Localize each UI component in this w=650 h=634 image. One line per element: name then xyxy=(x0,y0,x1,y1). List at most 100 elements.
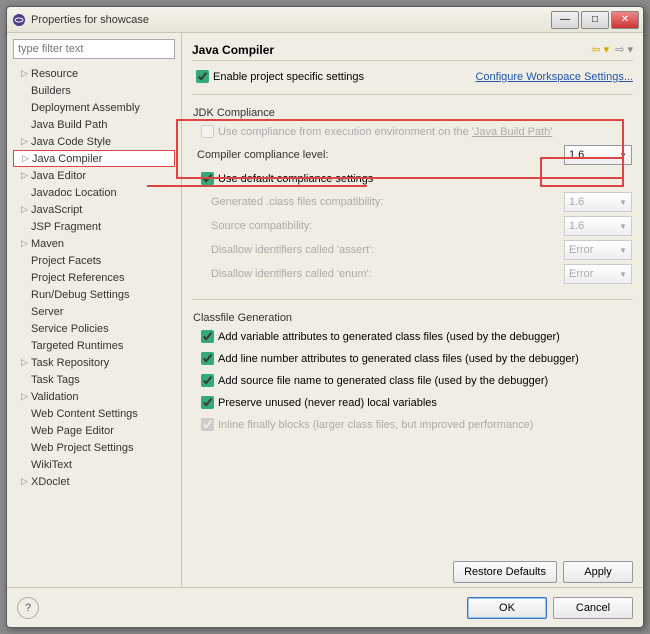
jdk-row-label: Source compatibility: xyxy=(211,220,313,232)
classfile-section: Classfile Generation xyxy=(193,312,632,324)
expand-arrow-icon: ▷ xyxy=(21,476,31,487)
use-default-compliance-label: Use default compliance settings xyxy=(218,173,373,185)
tree-item-task-repository[interactable]: ▷Task Repository xyxy=(13,354,175,371)
expand-arrow-icon: ▷ xyxy=(21,357,31,368)
properties-dialog: Properties for showcase — □ ✕ ▷ResourceB… xyxy=(6,6,644,628)
tree-item-label: XDoclet xyxy=(31,476,70,488)
expand-arrow-icon: ▷ xyxy=(21,238,31,249)
filter-input[interactable] xyxy=(13,39,175,59)
tree-item-builders[interactable]: Builders xyxy=(13,82,175,99)
tree-item-java-editor[interactable]: ▷Java Editor xyxy=(13,167,175,184)
tree-item-label: Project References xyxy=(31,272,125,284)
jdk-row: Generated .class files compatibility:1.6… xyxy=(211,192,632,212)
chevron-down-icon: ▼ xyxy=(619,222,627,231)
expand-arrow-icon: ▷ xyxy=(21,170,31,181)
classfile-check-label: Add source file name to generated class … xyxy=(218,375,548,387)
tree-item-java-compiler[interactable]: ▷Java Compiler xyxy=(13,150,175,167)
classfile-checkbox[interactable] xyxy=(201,352,214,365)
tree-item-web-content-settings[interactable]: Web Content Settings xyxy=(13,405,175,422)
ok-button[interactable]: OK xyxy=(467,597,547,619)
tree-item-project-references[interactable]: Project References xyxy=(13,269,175,286)
tree-item-project-facets[interactable]: Project Facets xyxy=(13,252,175,269)
tree-item-web-page-editor[interactable]: Web Page Editor xyxy=(13,422,175,439)
chevron-down-icon: ▼ xyxy=(619,270,627,279)
forward-icon[interactable]: ⇨ ▾ xyxy=(615,43,633,56)
classfile-checkbox[interactable] xyxy=(201,330,214,343)
tree-item-java-code-style[interactable]: ▷Java Code Style xyxy=(13,133,175,150)
tree-item-label: Deployment Assembly xyxy=(31,102,140,114)
compliance-level-combo[interactable]: 1.6▼ xyxy=(564,145,632,165)
help-button[interactable]: ? xyxy=(17,597,39,619)
classfile-checkbox[interactable] xyxy=(201,374,214,387)
tree-item-label: Javadoc Location xyxy=(31,187,117,199)
tree-item-label: Server xyxy=(31,306,63,318)
enable-project-specific-label: Enable project specific settings xyxy=(213,71,364,83)
jdk-compliance-section: JDK Compliance xyxy=(193,107,632,119)
jdk-row-label: Disallow identifiers called 'enum': xyxy=(211,268,372,280)
close-button[interactable]: ✕ xyxy=(611,11,639,29)
configure-workspace-link[interactable]: Configure Workspace Settings... xyxy=(475,71,633,83)
tree-item-label: Java Build Path xyxy=(31,119,107,131)
tree-item-xdoclet[interactable]: ▷XDoclet xyxy=(13,473,175,490)
jdk-row-combo: Error▼ xyxy=(564,240,632,260)
main-panel: Java Compiler ⇦ ▾ ⇨ ▾ Enable project spe… xyxy=(182,33,643,587)
tree-item-web-project-settings[interactable]: Web Project Settings xyxy=(13,439,175,456)
chevron-down-icon: ▼ xyxy=(619,246,627,255)
tree-item-jsp-fragment[interactable]: JSP Fragment xyxy=(13,218,175,235)
tree-item-maven[interactable]: ▷Maven xyxy=(13,235,175,252)
cancel-button[interactable]: Cancel xyxy=(553,597,633,619)
tree-item-label: Validation xyxy=(31,391,79,403)
classfile-check-row: Add line number attributes to generated … xyxy=(197,349,632,368)
tree-item-service-policies[interactable]: Service Policies xyxy=(13,320,175,337)
chevron-down-icon: ▼ xyxy=(619,151,627,160)
tree-item-label: Task Tags xyxy=(31,374,80,386)
titlebar: Properties for showcase — □ ✕ xyxy=(7,7,643,33)
classfile-check-label: Add line number attributes to generated … xyxy=(218,353,579,365)
classfile-check-row: Add variable attributes to generated cla… xyxy=(197,327,632,346)
toolbar: ⇦ ▾ ⇨ ▾ xyxy=(591,43,633,56)
enable-project-specific-checkbox[interactable] xyxy=(196,70,209,83)
jdk-row-label: Generated .class files compatibility: xyxy=(211,196,383,208)
tree-item-label: Web Project Settings xyxy=(31,442,134,454)
jdk-row: Disallow identifiers called 'enum':Error… xyxy=(211,264,632,284)
expand-arrow-icon: ▷ xyxy=(21,204,31,215)
apply-button[interactable]: Apply xyxy=(563,561,633,583)
tree-item-validation[interactable]: ▷Validation xyxy=(13,388,175,405)
tree-item-java-build-path[interactable]: Java Build Path xyxy=(13,116,175,133)
maximize-button[interactable]: □ xyxy=(581,11,609,29)
tree-item-label: Web Content Settings xyxy=(31,408,138,420)
tree-item-resource[interactable]: ▷Resource xyxy=(13,65,175,82)
classfile-check-label: Add variable attributes to generated cla… xyxy=(218,331,560,343)
use-default-compliance-checkbox[interactable] xyxy=(201,172,214,185)
expand-arrow-icon: ▷ xyxy=(22,153,32,164)
eclipse-icon xyxy=(11,12,27,28)
tree-item-label: Task Repository xyxy=(31,357,109,369)
tree-item-deployment-assembly[interactable]: Deployment Assembly xyxy=(13,99,175,116)
sidebar: ▷ResourceBuildersDeployment AssemblyJava… xyxy=(7,33,182,587)
dialog-footer: ? OK Cancel xyxy=(7,587,643,627)
expand-arrow-icon: ▷ xyxy=(21,391,31,402)
tree-item-targeted-runtimes[interactable]: Targeted Runtimes xyxy=(13,337,175,354)
tree-item-label: Java Editor xyxy=(31,170,86,182)
restore-defaults-button[interactable]: Restore Defaults xyxy=(453,561,557,583)
page-title: Java Compiler xyxy=(192,43,274,57)
tree-item-javascript[interactable]: ▷JavaScript xyxy=(13,201,175,218)
tree-item-task-tags[interactable]: Task Tags xyxy=(13,371,175,388)
back-icon[interactable]: ⇦ ▾ xyxy=(591,43,609,56)
jdk-row-label: Disallow identifiers called 'assert': xyxy=(211,244,374,256)
minimize-button[interactable]: — xyxy=(551,11,579,29)
compliance-level-label: Compiler compliance level: xyxy=(197,149,328,161)
tree-item-wikitext[interactable]: WikiText xyxy=(13,456,175,473)
tree-item-label: JSP Fragment xyxy=(31,221,101,233)
tree-item-server[interactable]: Server xyxy=(13,303,175,320)
classfile-checkbox[interactable] xyxy=(201,396,214,409)
expand-arrow-icon: ▷ xyxy=(21,68,31,79)
tree-item-run-debug-settings[interactable]: Run/Debug Settings xyxy=(13,286,175,303)
classfile-checkbox xyxy=(201,418,214,431)
tree-item-label: Resource xyxy=(31,68,78,80)
classfile-check-row: Add source file name to generated class … xyxy=(197,371,632,390)
classfile-check-label: Preserve unused (never read) local varia… xyxy=(218,397,437,409)
jdk-row: Source compatibility:1.6▼ xyxy=(211,216,632,236)
tree-item-label: Run/Debug Settings xyxy=(31,289,129,301)
tree-item-label: JavaScript xyxy=(31,204,82,216)
